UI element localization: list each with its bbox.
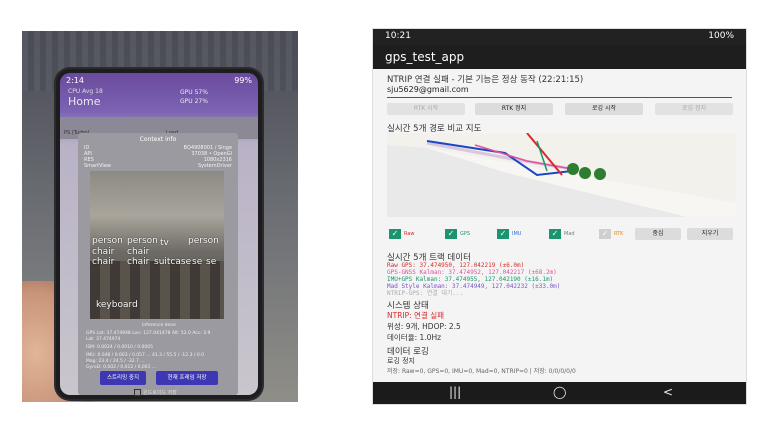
- checkbox-icon[interactable]: ✓: [497, 229, 509, 239]
- legend-imu[interactable]: ✓ IMU: [497, 228, 521, 240]
- map-pin-icon[interactable]: [567, 163, 579, 175]
- context-info-dialog: Context info ID BQ4908001 / Singe API 3703…: [78, 133, 238, 395]
- status-bar-left: 2:14 99%: [66, 76, 252, 88]
- status-battery-left: 99%: [234, 76, 252, 85]
- dialog-title: Context info: [139, 136, 177, 143]
- detection-label: person: [92, 236, 123, 246]
- system-data-rate: 데이터율: 1.0Hz: [387, 333, 442, 342]
- status-time-left: 2:14: [66, 76, 84, 85]
- info-line: ISM: 0.0024 / 0.0010 / 0.0005: [86, 345, 154, 350]
- detection-label: chair: [127, 257, 150, 267]
- detection-label: person: [127, 236, 158, 246]
- camera-preview: person person tv person chair chair chai…: [90, 171, 224, 319]
- map-svg: [387, 133, 736, 217]
- logging-status: 로깅 정지: [387, 357, 415, 365]
- cpu-label: CPU Avg 18: [68, 88, 103, 95]
- app-bar: gps_test_app: [373, 45, 746, 69]
- legend-label: Raw: [404, 231, 415, 237]
- center-button[interactable]: 중심: [635, 228, 681, 240]
- route-map[interactable]: [387, 133, 736, 217]
- detection-label: chair: [92, 247, 115, 257]
- ntrip-status-text: NTRIP 연결 실패 - 기본 기능은 정상 동작 (22:21:15): [387, 75, 584, 85]
- detection-label: suitcase: [154, 257, 192, 267]
- logging-start-button[interactable]: 로깅 시작: [565, 103, 643, 115]
- gpu-line: GPU 27%: [180, 98, 208, 105]
- recent-apps-icon[interactable]: |||: [449, 385, 461, 399]
- legend-label: Mad: [564, 231, 575, 237]
- save-frame-button[interactable]: 현재 프레임 저장: [156, 371, 218, 385]
- gpu-readout: GPU 57% GPU 27%: [180, 88, 208, 106]
- dialog-row-value: SystemDriver: [197, 163, 232, 169]
- stop-streaming-button[interactable]: 스트리밍 중지: [100, 371, 146, 385]
- home-label: Home: [68, 95, 101, 108]
- inference-status: Inference done: [142, 323, 176, 328]
- save-checkbox[interactable]: 원드로이드 저장: [134, 389, 177, 396]
- legend-label: GPS: [460, 231, 471, 237]
- data-line-imu: IMU+GPS Kalman: 37.474955, 127.042190 (±…: [387, 276, 554, 283]
- rtk-stop-button[interactable]: RTK 정지: [475, 103, 553, 115]
- gpu-line: GPU 57%: [180, 89, 208, 96]
- detection-label: tv: [160, 238, 169, 248]
- app-title: gps_test_app: [385, 50, 465, 64]
- status-battery-right: 100%: [708, 31, 734, 41]
- data-line-gnss: GPS-GNSS Kalman: 37.474952, 127.042217 (…: [387, 269, 557, 276]
- legend-label: RTK: [614, 231, 624, 237]
- clear-button[interactable]: 지우기: [687, 228, 733, 240]
- dialog-row: SmartView SystemDriver: [84, 163, 232, 169]
- logging-stop-button[interactable]: 로깅 정지: [655, 103, 733, 115]
- nav-bar: ||| ◯ <: [373, 382, 746, 404]
- logging-counts: 저장: Raw=0, GPS=0, IMU=0, Mad=0, NTRIP=0 …: [387, 368, 576, 375]
- info-line: Lat: 37.474974: [86, 337, 121, 342]
- checkbox-icon[interactable]: ✓: [549, 229, 561, 239]
- status-bar-right: 10:21 100%: [373, 29, 746, 45]
- system-satellites: 위성: 9개, HDOP: 2.5: [387, 322, 461, 331]
- email-underline: [387, 97, 732, 98]
- phone-frame-left: 2:14 99% CPU Avg 18 Home GPU 57% GPU 27%…: [56, 69, 262, 399]
- legend-rtk[interactable]: ✓ RTK: [599, 228, 623, 240]
- rtk-start-button[interactable]: RTK 시작: [387, 103, 465, 115]
- checkbox-label: 원드로이드 저장: [143, 390, 177, 396]
- detection-label: se: [206, 257, 217, 267]
- home-icon[interactable]: ◯: [553, 385, 566, 399]
- legend-raw[interactable]: ✓ Raw: [389, 228, 415, 240]
- detection-label: person: [188, 236, 219, 246]
- legend-gps[interactable]: ✓ GPS: [445, 228, 470, 240]
- legend-mad[interactable]: ✓ Mad: [549, 228, 575, 240]
- email-field[interactable]: sju5629@gmail.com: [387, 85, 469, 94]
- detection-label: chair: [92, 257, 115, 267]
- map-pin-icon[interactable]: [579, 167, 591, 179]
- back-icon[interactable]: <: [663, 385, 673, 399]
- checkbox-icon[interactable]: [134, 389, 141, 396]
- phone-screen-right: 10:21 100% gps_test_app NTRIP 연결 실패 - 기본…: [372, 28, 747, 405]
- data-line-raw: Raw GPS: 37.474950, 127.042219 (±6.0m): [387, 262, 525, 269]
- detection-label: se: [192, 257, 203, 267]
- legend-label: IMU: [512, 231, 522, 237]
- checkbox-icon[interactable]: ✓: [389, 229, 401, 239]
- detection-label: chair: [127, 247, 150, 257]
- phone-screen-left: 2:14 99% CPU Avg 18 Home GPU 57% GPU 27%…: [60, 73, 258, 395]
- data-line-ntrip: NTRIP-GPS: 연결 대기...: [387, 290, 464, 297]
- checkbox-icon[interactable]: ✓: [599, 229, 611, 239]
- data-line-mad: Mad Style Kalman: 37.474949, 127.042232 …: [387, 283, 561, 290]
- map-pin-icon[interactable]: [594, 168, 606, 180]
- checkbox-icon[interactable]: ✓: [445, 229, 457, 239]
- detection-label: keyboard: [96, 300, 138, 310]
- system-ntrip-status: NTRIP: 연결 실패: [387, 311, 445, 320]
- status-time-right: 10:21: [385, 31, 411, 41]
- dialog-row-key: SmartView: [84, 163, 111, 169]
- phone-photo: 2:14 99% CPU Avg 18 Home GPU 57% GPU 27%…: [22, 31, 298, 402]
- camera-shelf: [90, 261, 224, 319]
